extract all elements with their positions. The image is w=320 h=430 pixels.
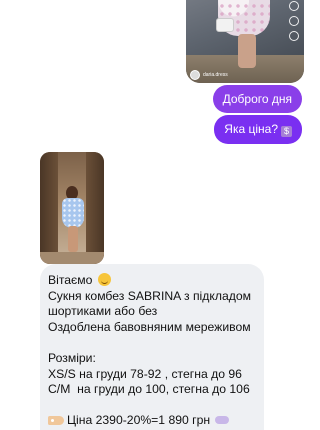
incoming-message[interactable]: Вітаємо Сукня комбез SABRINA з підкладом… bbox=[40, 264, 264, 430]
photo-curtain-left bbox=[40, 152, 58, 264]
greeting-line: Вітаємо bbox=[48, 273, 256, 289]
shared-post-thumbnail[interactable]: daria.dress bbox=[186, 0, 304, 83]
share-icon[interactable] bbox=[289, 16, 299, 26]
photo-dress bbox=[62, 198, 84, 228]
account-name: daria.dress bbox=[203, 72, 228, 78]
dollar-sign-icon: $ bbox=[281, 126, 292, 137]
greeting-text: Вітаємо bbox=[48, 273, 93, 287]
post-actions bbox=[288, 0, 300, 41]
message-line: Оздоблена бавовняним мереживом bbox=[48, 319, 251, 334]
avatar bbox=[190, 70, 200, 80]
price-tag-icon bbox=[48, 416, 64, 426]
comment-icon[interactable] bbox=[289, 1, 299, 11]
photo-legs bbox=[238, 34, 256, 68]
photo-bag bbox=[216, 18, 234, 32]
price-text: Ціна 2390-20%=1 890 грн bbox=[67, 413, 211, 428]
message-text: Яка ціна? bbox=[224, 122, 278, 136]
chat-screen: daria.dress Доброго дня Яка ціна? $ Вітає… bbox=[0, 0, 310, 430]
message-line: XS/S на груди 78-92 , стегна до 96 bbox=[48, 366, 242, 381]
price-line: Ціна 2390-20%=1 890 грн bbox=[48, 413, 256, 429]
outgoing-message[interactable]: Доброго дня bbox=[212, 85, 302, 113]
photo-curtain-right bbox=[86, 152, 104, 264]
more-icon[interactable] bbox=[289, 31, 299, 41]
post-account[interactable]: daria.dress bbox=[190, 70, 228, 80]
smile-emoji-icon bbox=[97, 273, 111, 286]
photo-floor bbox=[40, 252, 104, 264]
message-line: шортиками або без bbox=[48, 304, 158, 319]
photo-legs bbox=[68, 226, 78, 252]
outgoing-message[interactable]: Яка ціна? $ bbox=[214, 115, 302, 144]
message-line: С/М на груди до 100, стегна до 106 bbox=[48, 382, 250, 397]
message-line: Сукня комбез SABRINA з підкладом bbox=[48, 288, 251, 303]
message-line: Розміри: bbox=[48, 350, 96, 365]
sparkle-icon bbox=[215, 416, 230, 425]
message-text: Доброго дня bbox=[222, 92, 292, 106]
incoming-photo[interactable] bbox=[40, 152, 104, 264]
